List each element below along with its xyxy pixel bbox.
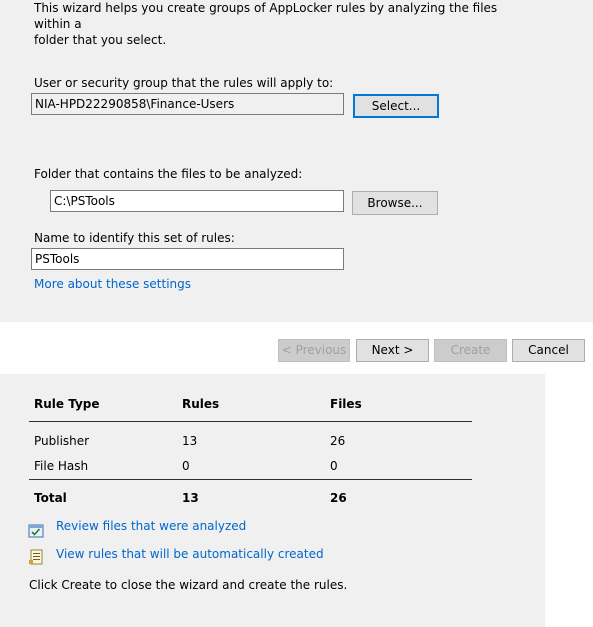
user-group-field[interactable]: NIA-HPD22290858\Finance-Users bbox=[31, 93, 344, 115]
user-group-label: User or security group that the rules wi… bbox=[34, 76, 334, 90]
header-rules: Rules bbox=[182, 397, 220, 411]
folder-path-input[interactable]: C:\PSTools bbox=[50, 190, 344, 212]
document-list-icon bbox=[28, 549, 44, 565]
next-button[interactable]: Next > bbox=[356, 339, 429, 362]
row-publisher-files: 26 bbox=[330, 434, 346, 448]
total-files: 26 bbox=[330, 491, 347, 505]
wizard-intro-text: This wizard helps you create groups of A… bbox=[34, 1, 498, 47]
checklist-icon bbox=[28, 523, 44, 539]
header-rule-type: Rule Type bbox=[34, 397, 100, 411]
row-filehash-type: File Hash bbox=[34, 459, 89, 473]
view-rules-link[interactable]: View rules that will be automatically cr… bbox=[56, 547, 324, 561]
row-filehash-rules: 0 bbox=[182, 459, 190, 473]
row-filehash-files: 0 bbox=[330, 459, 338, 473]
review-files-link[interactable]: Review files that were analyzed bbox=[56, 519, 246, 533]
total-type: Total bbox=[34, 491, 67, 505]
header-files: Files bbox=[330, 397, 362, 411]
select-user-button[interactable]: Select... bbox=[353, 94, 439, 118]
header-divider bbox=[29, 421, 472, 422]
more-about-settings-link[interactable]: More about these settings bbox=[34, 277, 191, 291]
row-publisher-type: Publisher bbox=[34, 434, 90, 448]
cancel-button[interactable]: Cancel bbox=[512, 339, 585, 362]
total-rules: 13 bbox=[182, 491, 199, 505]
browse-button[interactable]: Browse... bbox=[352, 191, 438, 215]
rule-set-name-label: Name to identify this set of rules: bbox=[34, 231, 235, 245]
previous-button[interactable]: < Previous bbox=[278, 339, 350, 362]
total-divider bbox=[29, 479, 472, 480]
folder-label: Folder that contains the files to be ana… bbox=[34, 167, 303, 181]
settings-panel bbox=[0, 0, 593, 322]
row-publisher-rules: 13 bbox=[182, 434, 198, 448]
footer-instruction: Click Create to close the wizard and cre… bbox=[29, 578, 348, 592]
rule-set-name-input[interactable]: PSTools bbox=[31, 248, 344, 270]
create-button[interactable]: Create bbox=[434, 339, 507, 362]
